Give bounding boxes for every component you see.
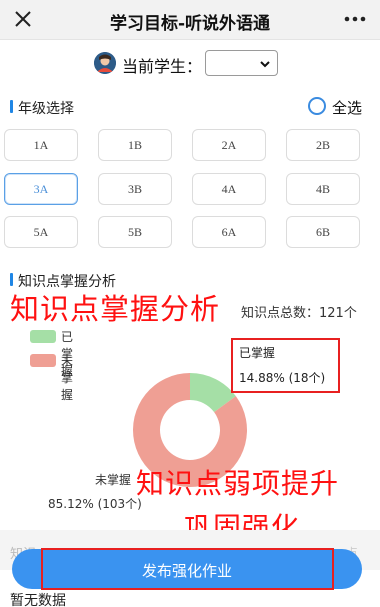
legend-label: 未掌握 (61, 354, 74, 402)
grade-option-3a[interactable]: 3A (4, 173, 78, 205)
select-all-toggle[interactable]: 全选 (308, 97, 368, 117)
grade-section-title: 年级选择 (18, 101, 74, 117)
page-title: 学习目标-听说外语通 (109, 14, 271, 34)
grade-option-2b[interactable]: 2B (286, 129, 360, 161)
no-data-text: 暂无数据 (10, 593, 66, 607)
grade-option-6a[interactable]: 6A (192, 216, 266, 248)
student-select[interactable] (205, 50, 278, 76)
current-student-row: 当前学生： (0, 40, 380, 86)
grade-option-5a[interactable]: 5A (4, 216, 78, 248)
grade-option-1b[interactable]: 1B (98, 129, 172, 161)
mastered-callout: 已掌握 14.88% (18个) (231, 338, 340, 393)
grade-option-5b[interactable]: 5B (98, 216, 172, 248)
mastered-value: 14.88% (18个) (239, 371, 326, 385)
mastered-label: 已掌握 (239, 346, 276, 360)
grade-option-4b[interactable]: 4B (286, 173, 360, 205)
current-student-label: 当前学生： (122, 57, 203, 76)
annotation-highlight-box (41, 548, 334, 590)
grade-option-6b[interactable]: 6B (286, 216, 360, 248)
select-all-radio[interactable] (308, 97, 326, 115)
more-icon[interactable] (342, 8, 368, 30)
grade-option-4a[interactable]: 4A (192, 173, 266, 205)
unmastered-label: 未掌握 (95, 473, 132, 487)
annotation-analysis-title: 知识点掌握分析 (10, 292, 221, 326)
select-all-label: 全选 (332, 99, 363, 117)
grade-option-2a[interactable]: 2A (192, 129, 266, 161)
legend-swatch (30, 354, 56, 367)
section-marker (10, 100, 13, 113)
title-bar: 学习目标-听说外语通 (0, 0, 380, 40)
section-marker (10, 273, 13, 286)
grade-option-1a[interactable]: 1A (4, 129, 78, 161)
knowledge-total: 知识点总数：121个 (241, 306, 357, 321)
unmastered-value: 85.12% (103个) (48, 497, 142, 511)
annotation-weakness: 知识点弱项提升 (136, 467, 340, 500)
legend-swatch (30, 330, 56, 343)
chevron-down-icon (260, 61, 270, 68)
grade-option-3b[interactable]: 3B (98, 173, 172, 205)
avatar (94, 52, 116, 74)
